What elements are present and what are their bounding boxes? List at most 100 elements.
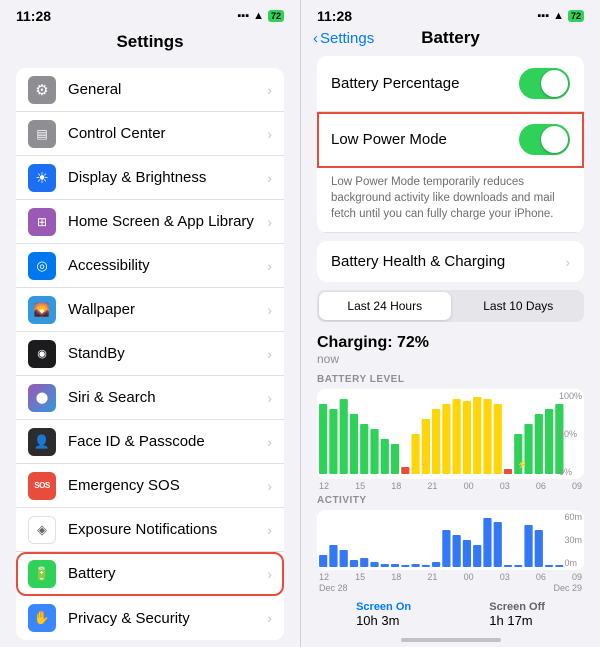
homescreen-label: Home Screen & App Library: [68, 213, 267, 230]
settings-item-accessibility[interactable]: ◎ Accessibility ›: [16, 244, 284, 288]
right-battery-icon: 72: [568, 10, 584, 22]
battery-percentage-row[interactable]: Battery Percentage: [317, 56, 584, 112]
activity-label-0m: 0m: [564, 558, 582, 568]
settings-item-exposure[interactable]: ◈ Exposure Notifications ›: [16, 508, 284, 552]
general-chevron: ›: [267, 82, 272, 98]
siri-chevron: ›: [267, 390, 272, 406]
siri-label: Siri & Search: [68, 389, 267, 406]
faceid-label: Face ID & Passcode: [68, 433, 267, 450]
battery-level-chart: ⚡ ⚡ 100% 50% 0%: [317, 389, 584, 479]
settings-item-homescreen[interactable]: ⊞ Home Screen & App Library ›: [16, 200, 284, 244]
time-selector[interactable]: Last 24 Hours Last 10 Days: [317, 290, 584, 322]
charging-info: Charging: 72% now: [301, 330, 600, 368]
settings-item-wallpaper[interactable]: 🌄 Wallpaper ›: [16, 288, 284, 332]
chart-label-0: 0%: [559, 467, 582, 477]
settings-item-standby[interactable]: ◉ StandBy ›: [16, 332, 284, 376]
low-power-mode-toggle[interactable]: [519, 124, 570, 155]
battery-health-chevron: ›: [565, 254, 570, 270]
battery-health-row[interactable]: Battery Health & Charging ›: [317, 241, 584, 282]
activity-label-60m: 60m: [564, 512, 582, 522]
exposure-chevron: ›: [267, 522, 272, 538]
control-center-label: Control Center: [68, 125, 267, 142]
settings-item-control-center[interactable]: ▤ Control Center ›: [16, 112, 284, 156]
chart-labels-bottom: 12 15 18 21 00 03 06 09: [317, 481, 584, 491]
activity-label-30m: 30m: [564, 535, 582, 545]
right-status-bar: 11:28 ▪▪▪ ▲ 72: [301, 0, 600, 28]
chart-label-50: 50%: [559, 429, 582, 439]
accessibility-icon: ◎: [28, 252, 56, 280]
standby-icon: ◉: [28, 340, 56, 368]
settings-group-main: ⚙ General › ▤ Control Center › ☀ Display…: [16, 68, 284, 640]
battery-level-title: BATTERY LEVEL: [317, 374, 584, 385]
left-time: 11:28: [16, 8, 51, 24]
activity-labels-right: 60m 30m 0m: [564, 510, 582, 570]
chart-labels-right: 100% 50% 0%: [559, 389, 582, 479]
settings-item-general[interactable]: ⚙ General ›: [16, 68, 284, 112]
right-wifi-icon: ▲: [553, 10, 564, 22]
battery-label: Battery: [68, 565, 267, 582]
activity-labels-bottom: 12 15 18 21 00 03 06 09: [317, 572, 584, 582]
battery-percentage-toggle[interactable]: [519, 68, 570, 99]
display-label: Display & Brightness: [68, 169, 267, 186]
control-center-icon: ▤: [28, 120, 56, 148]
display-chevron: ›: [267, 170, 272, 186]
left-status-bar: 11:28 ▪▪▪ ▲ 72: [0, 0, 300, 28]
low-power-mode-label: Low Power Mode: [331, 131, 519, 148]
battery-percentage-label: Battery Percentage: [331, 75, 519, 92]
battery-chevron: ›: [267, 566, 272, 582]
activity-title: ACTIVITY: [317, 495, 584, 506]
wallpaper-chevron: ›: [267, 302, 272, 318]
screen-stats: Screen On 10h 3m Screen Off 1h 17m: [301, 597, 600, 628]
tab-10d[interactable]: Last 10 Days: [453, 290, 585, 322]
svg-text:⚡: ⚡: [420, 459, 430, 470]
left-panel: 11:28 ▪▪▪ ▲ 72 Settings ⚙ General › ▤ Co…: [0, 0, 300, 647]
battery-chart-svg: ⚡ ⚡: [317, 389, 584, 479]
screen-off-value: 1h 17m: [489, 613, 545, 628]
exposure-icon: ◈: [28, 516, 56, 544]
back-button[interactable]: ‹ Settings: [313, 30, 374, 47]
general-icon: ⚙: [28, 76, 56, 104]
general-label: General: [68, 81, 267, 98]
settings-item-sos[interactable]: SOS Emergency SOS ›: [16, 464, 284, 508]
settings-item-faceid[interactable]: 👤 Face ID & Passcode ›: [16, 420, 284, 464]
right-signal-icon: ▪▪▪: [537, 10, 549, 22]
standby-chevron: ›: [267, 346, 272, 362]
right-panel-title: Battery: [421, 28, 480, 48]
privacy-label: Privacy & Security: [68, 610, 267, 627]
tab-24h[interactable]: Last 24 Hours: [319, 292, 451, 320]
low-power-description: Low Power Mode temporarily reduces backg…: [317, 168, 584, 233]
wifi-icon: ▲: [253, 10, 264, 22]
control-center-chevron: ›: [267, 126, 272, 142]
activity-chart: 60m 30m 0m: [317, 510, 584, 570]
faceid-icon: 👤: [28, 428, 56, 456]
sos-chevron: ›: [267, 478, 272, 494]
right-home-indicator: [401, 638, 501, 642]
settings-item-privacy[interactable]: ✋ Privacy & Security ›: [16, 596, 284, 640]
right-panel: 11:28 ▪▪▪ ▲ 72 ‹ Settings Battery Batter…: [300, 0, 600, 647]
back-chevron-icon: ‹: [313, 30, 318, 47]
screen-on-label: Screen On: [356, 601, 411, 613]
charging-sub: now: [317, 352, 584, 366]
tab-10d-label: Last 10 Days: [483, 299, 553, 313]
siri-icon: ⬤: [28, 384, 56, 412]
screen-off-stat: Screen Off 1h 17m: [489, 601, 545, 628]
activity-chart-svg: [317, 510, 584, 570]
settings-list: ⚙ General › ▤ Control Center › ☀ Display…: [0, 60, 300, 647]
signal-icon: ▪▪▪: [237, 10, 249, 22]
settings-item-siri[interactable]: ⬤ Siri & Search ›: [16, 376, 284, 420]
faceid-chevron: ›: [267, 434, 272, 450]
sos-icon: SOS: [28, 472, 56, 500]
homescreen-icon: ⊞: [28, 208, 56, 236]
settings-item-display[interactable]: ☀ Display & Brightness ›: [16, 156, 284, 200]
right-content: Battery Percentage Low Power Mode Low Po…: [301, 56, 600, 647]
wallpaper-icon: 🌄: [28, 296, 56, 324]
screen-on-value: 10h 3m: [356, 613, 411, 628]
settings-item-battery[interactable]: 🔋 Battery ›: [16, 552, 284, 596]
date-dec28: Dec 28: [319, 583, 348, 593]
svg-text:⚡: ⚡: [517, 459, 527, 470]
left-battery-icon: 72: [268, 10, 284, 22]
low-power-mode-row[interactable]: Low Power Mode: [317, 112, 584, 168]
accessibility-chevron: ›: [267, 258, 272, 274]
activity-section: ACTIVITY: [317, 495, 584, 593]
sos-label: Emergency SOS: [68, 477, 267, 494]
